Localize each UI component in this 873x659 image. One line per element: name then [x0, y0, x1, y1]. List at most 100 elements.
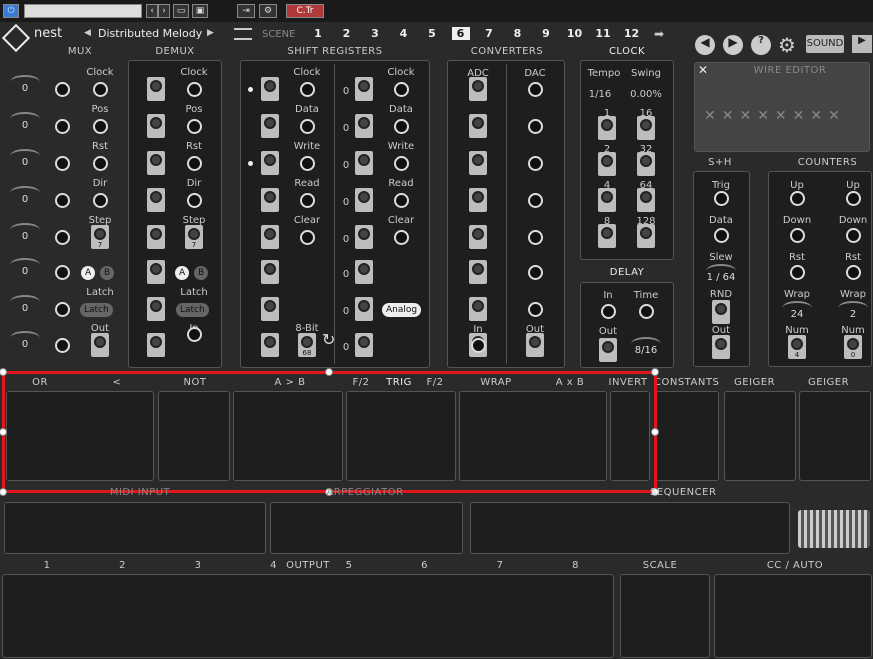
clock-out-7[interactable] [637, 224, 655, 248]
mux-in-1[interactable] [55, 119, 70, 134]
mux-a-toggle[interactable]: A [81, 266, 96, 280]
dac-bit-5[interactable] [528, 265, 543, 280]
mux-in-3[interactable] [55, 193, 70, 208]
adc-bit-3[interactable] [469, 188, 487, 212]
mux-pos[interactable] [93, 119, 108, 134]
redo-icon[interactable]: ▶ [723, 35, 743, 55]
analog-toggle[interactable]: Analog [382, 303, 422, 317]
counter2-down[interactable] [846, 228, 861, 243]
shift-bit-4[interactable] [261, 225, 279, 249]
demux-in[interactable] [187, 327, 202, 342]
demux-dir[interactable] [187, 193, 202, 208]
clock-out-2[interactable] [598, 152, 616, 176]
dac-bit-0[interactable] [528, 82, 543, 97]
settings-gear-icon[interactable]: ⚙ [778, 33, 796, 57]
shift2-bit-6[interactable] [355, 297, 373, 321]
power-button[interactable]: ⏻ [3, 4, 19, 18]
dac-bit-1[interactable] [528, 119, 543, 134]
play-icon[interactable]: ▶ [852, 35, 872, 53]
mux-in-2[interactable] [55, 156, 70, 171]
demux-step[interactable]: 7 [185, 225, 203, 249]
close-icon[interactable]: ✕ [698, 63, 708, 77]
scene-10[interactable]: 10 [566, 27, 584, 40]
dac-bit-6[interactable] [528, 302, 543, 317]
demux-out-0[interactable] [147, 77, 165, 101]
mux-out[interactable] [91, 333, 109, 357]
shift-bit-7[interactable] [261, 333, 279, 357]
shift-in-4[interactable] [300, 230, 315, 245]
dac-bit-3[interactable] [528, 193, 543, 208]
scene-12[interactable]: 12 [623, 27, 641, 40]
scene-11[interactable]: 11 [594, 27, 612, 40]
shift-in-1[interactable] [300, 119, 315, 134]
mux-latch-toggle[interactable]: Latch [80, 303, 113, 317]
adc-bit-5[interactable] [469, 260, 487, 284]
prev-button[interactable]: ‹ [146, 4, 158, 18]
shift-in-0[interactable] [300, 82, 315, 97]
demux-in-jack[interactable] [147, 333, 165, 357]
counter1-up[interactable] [790, 191, 805, 206]
counter1-rst[interactable] [790, 265, 805, 280]
dac-out[interactable] [526, 333, 544, 357]
mux-in-7[interactable] [55, 338, 70, 353]
rotate-icon[interactable]: ↻ [322, 330, 335, 349]
sh-data[interactable] [714, 228, 729, 243]
shift2-in-2[interactable] [394, 156, 409, 171]
adc-bit-2[interactable] [469, 151, 487, 175]
demux-pos[interactable] [187, 119, 202, 134]
demux-out-5[interactable] [147, 260, 165, 284]
shift2-in-4[interactable] [394, 230, 409, 245]
mux-b-toggle[interactable]: B [100, 266, 115, 280]
search-input[interactable] [24, 4, 142, 18]
scene-4[interactable]: 4 [395, 27, 413, 40]
dac-bit-2[interactable] [528, 156, 543, 171]
save-icon[interactable]: ▣ [192, 4, 208, 18]
demux-out-1[interactable] [147, 114, 165, 138]
counter1-down[interactable] [790, 228, 805, 243]
counter2-num[interactable]: 0 [844, 335, 862, 359]
scene-8[interactable]: 8 [509, 27, 527, 40]
adc-bit-4[interactable] [469, 225, 487, 249]
shift-bit-6[interactable] [261, 297, 279, 321]
clock-out-3[interactable] [637, 152, 655, 176]
sound-button[interactable]: SOUND [806, 35, 844, 53]
selection-handle-n[interactable] [325, 368, 333, 376]
selection-rectangle[interactable] [2, 371, 657, 493]
shift-bit-0[interactable] [261, 77, 279, 101]
clock-out-5[interactable] [637, 188, 655, 212]
clock-out-1[interactable] [637, 116, 655, 140]
selection-handle-e[interactable] [651, 428, 659, 436]
shift2-bit-4[interactable] [355, 225, 373, 249]
shift-bit-2[interactable] [261, 151, 279, 175]
shift2-bit-1[interactable] [355, 114, 373, 138]
menu-icon[interactable] [234, 28, 252, 40]
mux-in-5[interactable] [55, 265, 70, 280]
scene-2[interactable]: 2 [338, 27, 356, 40]
selection-handle-sw[interactable] [0, 488, 7, 496]
folder-icon[interactable]: ▭ [173, 4, 189, 18]
scene-7[interactable]: 7 [480, 27, 498, 40]
demux-out-3[interactable] [147, 188, 165, 212]
selection-handle-ne[interactable] [651, 368, 659, 376]
delay-in[interactable] [601, 304, 616, 319]
shift2-bit-2[interactable] [355, 151, 373, 175]
shift2-bit-7[interactable] [355, 333, 373, 357]
mux-rst[interactable] [93, 156, 108, 171]
shift2-bit-3[interactable] [355, 188, 373, 212]
sequencer-bars-icon[interactable] [798, 510, 870, 548]
route-icon[interactable]: ⇥ [237, 4, 255, 18]
delay-time[interactable] [639, 304, 654, 319]
undo-icon[interactable]: ◀ [695, 35, 715, 55]
shift2-bit-5[interactable] [355, 260, 373, 284]
ctr-button[interactable]: C.Tr [286, 4, 324, 18]
dac-bit-4[interactable] [528, 230, 543, 245]
clock-out-0[interactable] [598, 116, 616, 140]
shift-bit-3[interactable] [261, 188, 279, 212]
shift2-bit-0[interactable] [355, 77, 373, 101]
export-icon[interactable]: ➡ [654, 27, 664, 41]
shift2-in-1[interactable] [394, 119, 409, 134]
mux-in-0[interactable] [55, 82, 70, 97]
next-button[interactable]: › [158, 4, 170, 18]
mux-dir[interactable] [93, 193, 108, 208]
adc-in[interactable] [471, 338, 486, 353]
